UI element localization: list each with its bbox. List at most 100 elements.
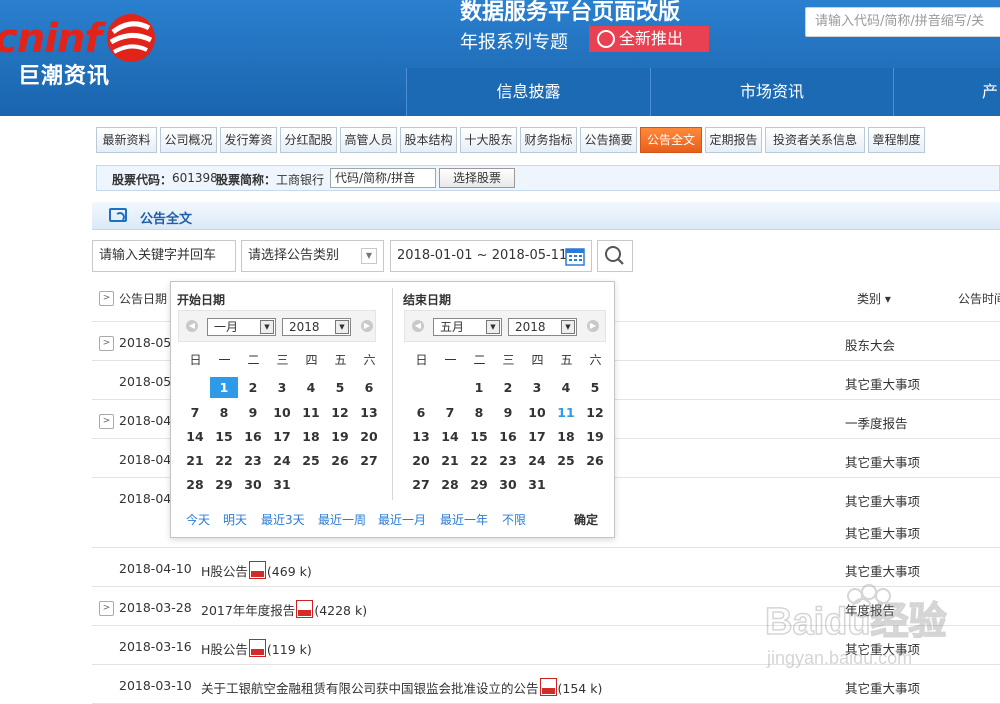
end-day-cell[interactable]: 22 [465, 450, 493, 471]
end-day-cell[interactable]: 30 [494, 474, 522, 495]
start-day-cell[interactable]: 9 [239, 402, 267, 423]
start-day-cell[interactable]: 13 [355, 402, 383, 423]
row-title-link[interactable]: 2017年年度报告 (4228 k) [201, 600, 367, 619]
logo-chinese[interactable]: 巨潮资讯 [18, 58, 110, 90]
start-day-cell[interactable]: 7 [181, 402, 209, 423]
tab-2[interactable]: 公司概况 [160, 127, 217, 153]
end-day-cell[interactable]: 17 [523, 426, 551, 447]
column-header-time[interactable]: 公告时间 [958, 290, 1000, 307]
expand-toggle[interactable]: > [99, 601, 114, 616]
end-day-cell[interactable]: 14 [436, 426, 464, 447]
top-nav-products[interactable]: 产品 [893, 68, 1000, 149]
end-day-cell[interactable]: 2 [494, 377, 522, 398]
quick-range-link[interactable]: 最近一月 [378, 511, 426, 528]
end-day-cell[interactable]: 12 [581, 402, 609, 423]
top-nav-market-info[interactable]: 市场资讯 [650, 68, 893, 116]
start-month-select[interactable]: 一月 ▼ [207, 318, 276, 336]
start-day-cell[interactable]: 18 [297, 426, 325, 447]
start-day-cell[interactable]: 27 [355, 450, 383, 471]
tab-11[interactable]: 定期报告 [705, 127, 762, 153]
expand-toggle[interactable]: > [99, 414, 114, 429]
end-day-cell[interactable]: 31 [523, 474, 551, 495]
start-day-cell[interactable]: 3 [268, 377, 296, 398]
end-day-cell[interactable]: 8 [465, 402, 493, 423]
tab-6[interactable]: 股本结构 [400, 127, 457, 153]
select-stock-button[interactable]: 选择股票 [439, 168, 515, 188]
start-day-cell[interactable]: 16 [239, 426, 267, 447]
stock-search-input[interactable]: 代码/简称/拼音 [330, 168, 436, 188]
end-day-cell[interactable]: 24 [523, 450, 551, 471]
start-day-cell[interactable]: 30 [239, 474, 267, 495]
start-day-cell[interactable]: 19 [326, 426, 354, 447]
start-day-cell[interactable]: 21 [181, 450, 209, 471]
row-title-link[interactable]: H股公告 (469 k) [201, 561, 312, 580]
end-day-cell[interactable]: 29 [465, 474, 493, 495]
sort-toggle[interactable]: > [99, 291, 114, 306]
quick-range-link[interactable]: 今天 [186, 511, 210, 528]
quick-range-link[interactable]: 不限 [502, 511, 526, 528]
logo-text[interactable]: cninf [0, 16, 102, 62]
start-day-cell[interactable]: 10 [268, 402, 296, 423]
start-day-cell[interactable]: 15 [210, 426, 238, 447]
end-day-cell[interactable]: 16 [494, 426, 522, 447]
next-month-icon[interactable]: ▶ [361, 320, 373, 332]
end-year-select[interactable]: 2018 ▼ [508, 318, 577, 336]
start-day-cell[interactable]: 2 [239, 377, 267, 398]
tab-4[interactable]: 分红配股 [280, 127, 337, 153]
expand-toggle[interactable]: > [99, 336, 114, 351]
end-day-cell[interactable]: 5 [581, 377, 609, 398]
pdf-icon[interactable] [248, 639, 266, 657]
end-day-cell[interactable]: 4 [552, 377, 580, 398]
start-day-cell[interactable]: 31 [268, 474, 296, 495]
start-day-cell[interactable]: 25 [297, 450, 325, 471]
quick-range-link[interactable]: 最近3天 [261, 511, 305, 528]
quick-range-link[interactable]: 最近一年 [440, 511, 488, 528]
end-day-cell[interactable]: 11 [552, 402, 580, 423]
date-range-input[interactable]: 2018-01-01 ~ 2018-05-11 [390, 240, 592, 272]
end-day-cell[interactable]: 10 [523, 402, 551, 423]
pdf-icon[interactable] [248, 561, 266, 579]
start-year-select[interactable]: 2018 ▼ [282, 318, 351, 336]
keyword-input[interactable]: 请输入关键字并回车 [92, 240, 236, 272]
end-day-cell[interactable]: 19 [581, 426, 609, 447]
tab-12[interactable]: 投资者关系信息 [765, 127, 865, 153]
end-day-cell[interactable]: 7 [436, 402, 464, 423]
start-day-cell[interactable]: 6 [355, 377, 383, 398]
end-day-cell[interactable]: 27 [407, 474, 435, 495]
start-day-cell[interactable]: 23 [239, 450, 267, 471]
end-day-cell[interactable]: 9 [494, 402, 522, 423]
start-day-cell[interactable]: 26 [326, 450, 354, 471]
start-day-cell[interactable]: 11 [297, 402, 325, 423]
start-day-cell[interactable]: 4 [297, 377, 325, 398]
end-day-cell[interactable]: 26 [581, 450, 609, 471]
start-day-cell[interactable]: 8 [210, 402, 238, 423]
end-day-cell[interactable]: 21 [436, 450, 464, 471]
start-day-cell[interactable]: 22 [210, 450, 238, 471]
prev-month-icon[interactable]: ◀ [412, 320, 424, 332]
tab-1[interactable]: 最新资料 [96, 127, 157, 153]
start-day-cell[interactable]: 5 [326, 377, 354, 398]
quick-range-link[interactable]: 明天 [223, 511, 247, 528]
end-month-select[interactable]: 五月 ▼ [433, 318, 502, 336]
end-day-cell[interactable]: 15 [465, 426, 493, 447]
end-day-cell[interactable]: 13 [407, 426, 435, 447]
tab-5[interactable]: 高管人员 [340, 127, 397, 153]
end-day-cell[interactable]: 1 [465, 377, 493, 398]
pdf-icon[interactable] [539, 678, 557, 696]
tab-3[interactable]: 发行筹资 [220, 127, 277, 153]
start-day-cell[interactable]: 20 [355, 426, 383, 447]
tab-7[interactable]: 十大股东 [460, 127, 517, 153]
row-title-link[interactable]: 关于工银航空金融租赁有限公司获中国银监会批准设立的公告 (154 k) [201, 678, 602, 697]
end-day-cell[interactable]: 6 [407, 402, 435, 423]
pdf-icon[interactable] [296, 600, 314, 618]
promo-title[interactable]: 数据服务平台页面改版 [460, 0, 680, 26]
site-search-input[interactable]: 请输入代码/简称/拼音缩写/关 [805, 7, 1000, 37]
next-month-icon[interactable]: ▶ [587, 320, 599, 332]
end-day-cell[interactable]: 23 [494, 450, 522, 471]
promo-subtitle[interactable]: 年报系列专题 [460, 28, 568, 54]
start-day-cell[interactable]: 14 [181, 426, 209, 447]
end-day-cell[interactable]: 25 [552, 450, 580, 471]
search-button[interactable] [597, 240, 633, 272]
start-day-cell[interactable]: 1 [210, 377, 238, 398]
start-day-cell[interactable]: 29 [210, 474, 238, 495]
